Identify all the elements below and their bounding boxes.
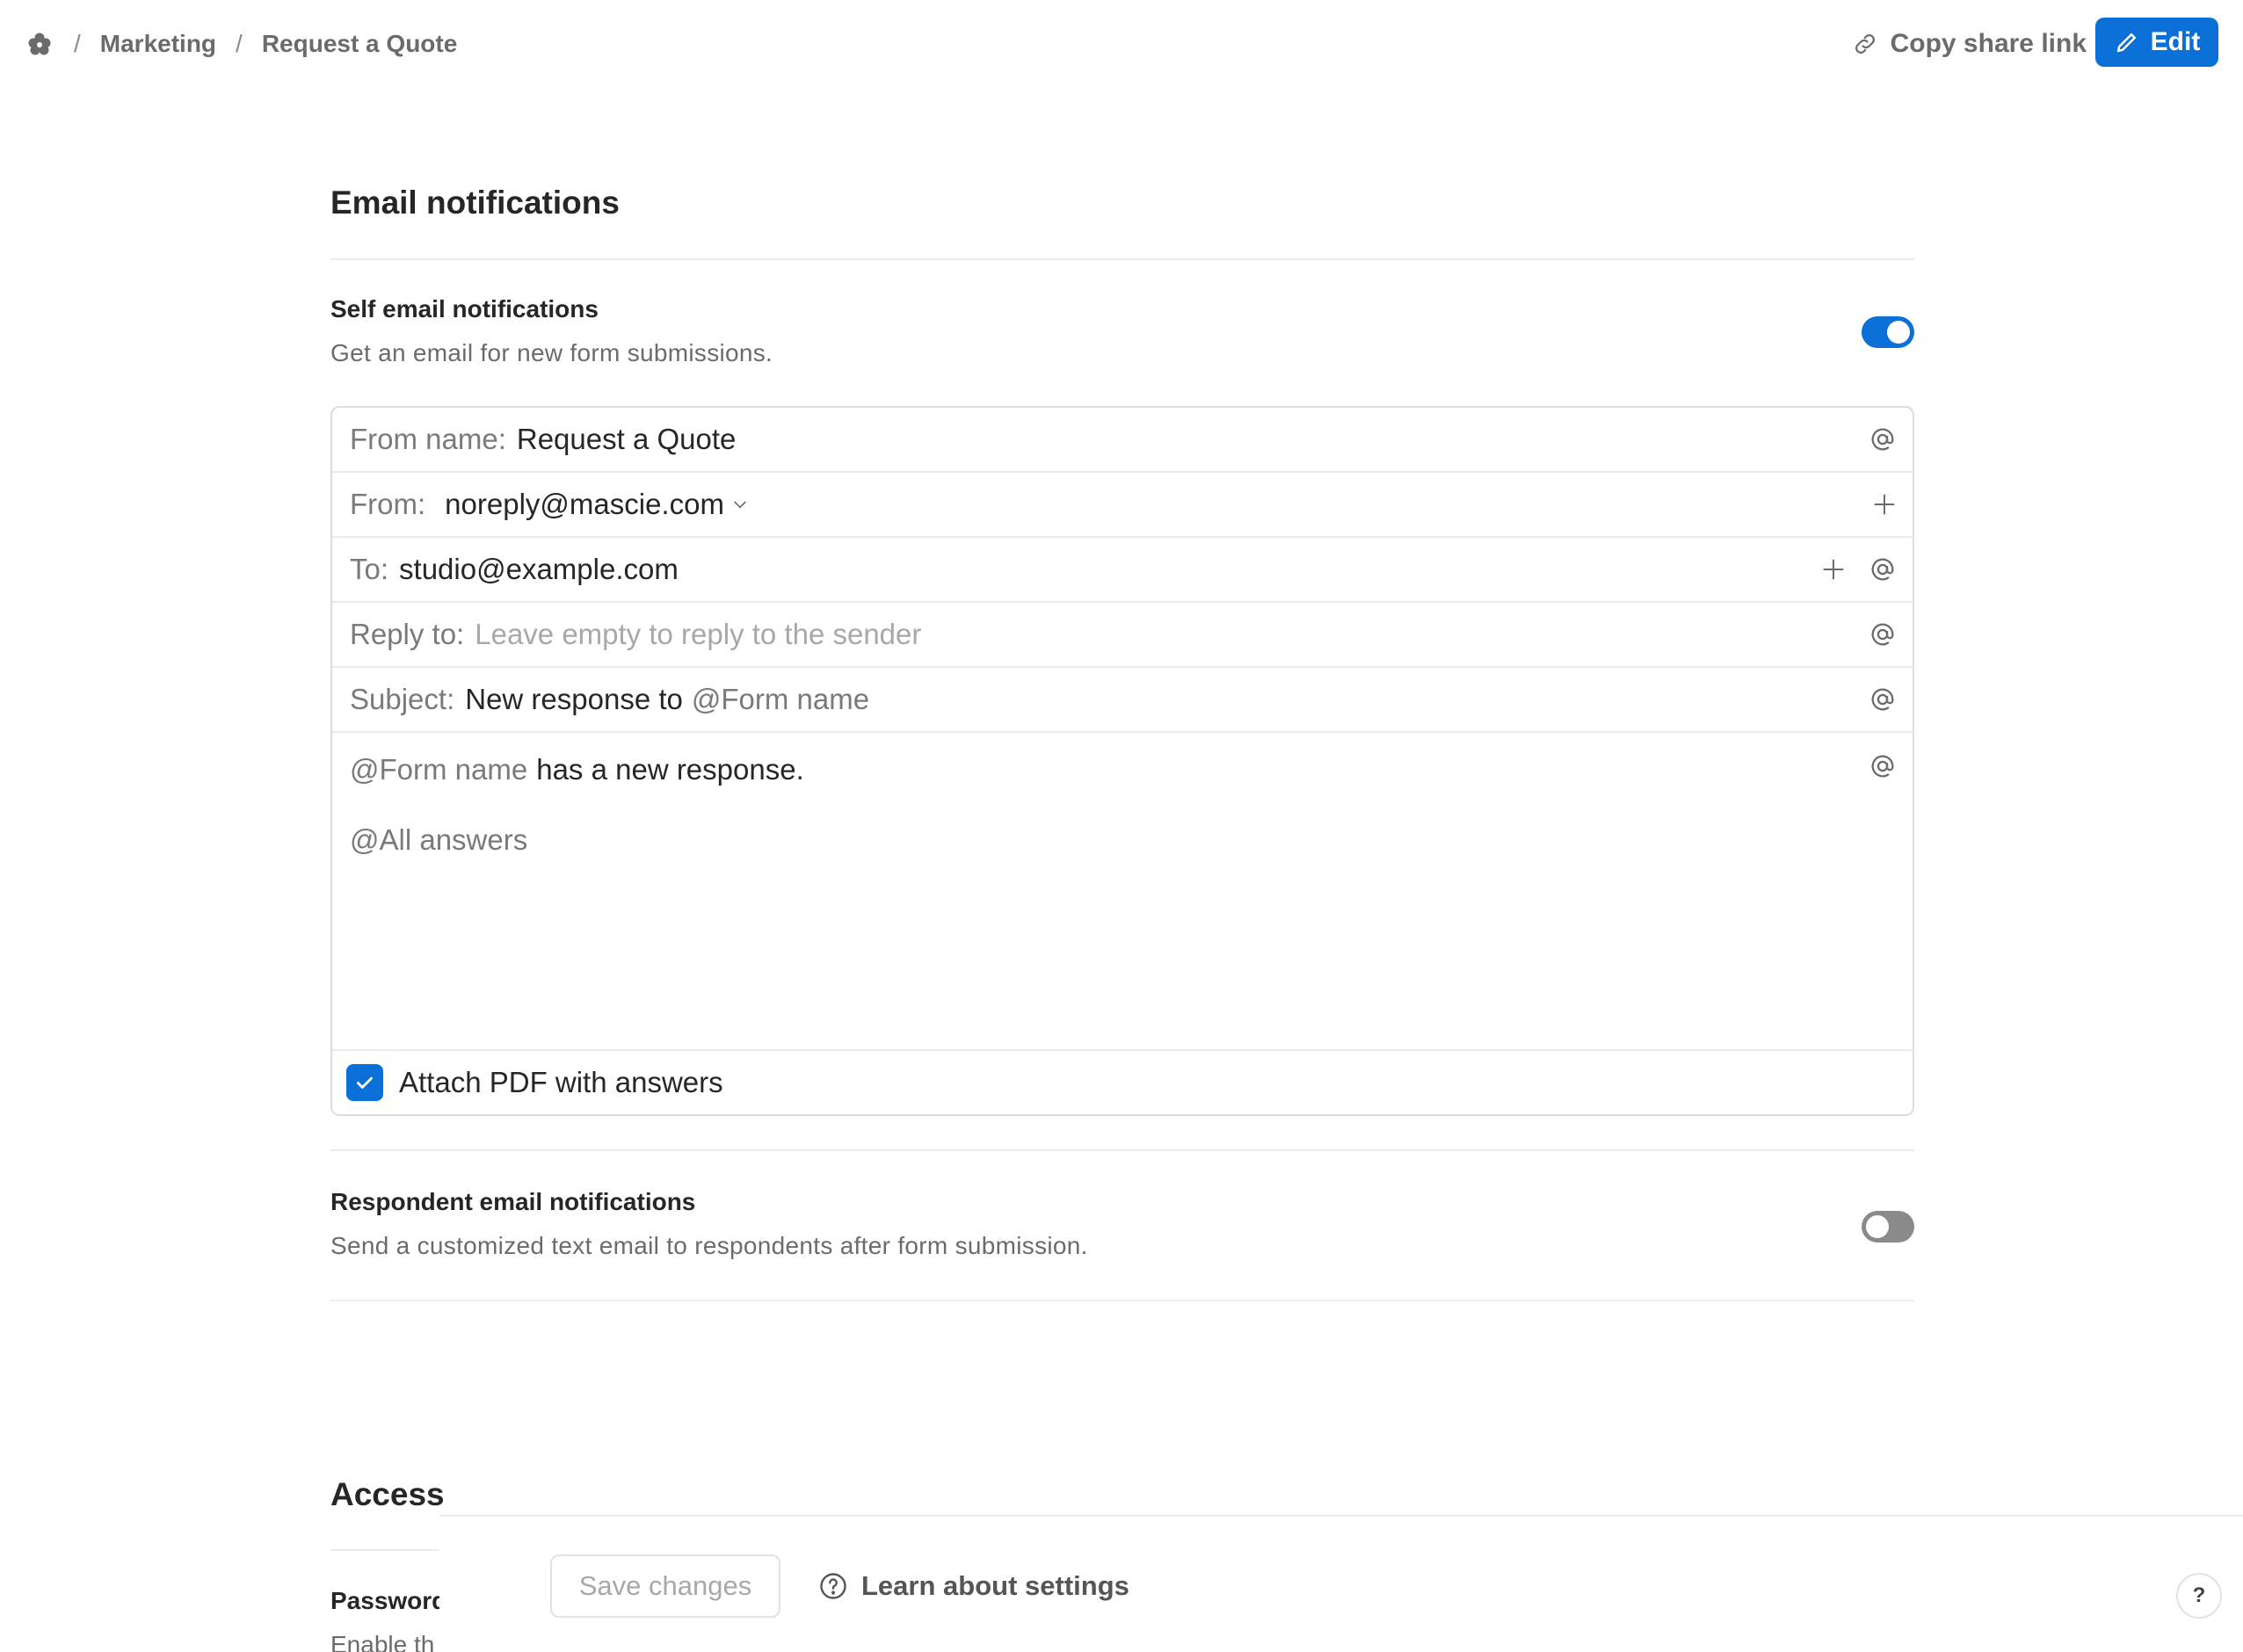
toggle-knob — [1887, 321, 1910, 344]
learn-about-settings-link[interactable]: Learn about settings — [817, 1554, 1129, 1618]
breadcrumb-separator: / — [236, 30, 243, 57]
subject-label: Subject: — [350, 683, 455, 715]
respondent-email-notifications-label: Respondent email notifications — [330, 1188, 696, 1215]
from-select-value[interactable]: noreply@mascie.com — [445, 488, 724, 521]
section-title-email-notifications: Email notifications — [330, 185, 620, 221]
section-title-access: Access — [330, 1476, 445, 1512]
chevron-down-icon[interactable] — [731, 496, 749, 513]
reply-to-input[interactable]: Leave empty to reply to the sender — [475, 618, 921, 651]
copy-share-link-label: Copy share link — [1890, 29, 2087, 58]
body-all-answers-token[interactable]: @All answers — [350, 821, 1895, 859]
divider — [330, 1300, 1914, 1301]
link-icon — [1852, 31, 1878, 57]
to-value[interactable]: studio@example.com — [399, 553, 679, 586]
plus-icon[interactable] — [1872, 492, 1897, 517]
body-form-name-token[interactable]: @Form name — [350, 753, 527, 786]
at-mention-icon[interactable] — [1869, 620, 1897, 648]
respondent-email-notifications-setting: Respondent email notifications Send a cu… — [330, 1188, 1914, 1267]
self-email-notifications-toggle[interactable] — [1862, 316, 1914, 348]
learn-about-settings-label: Learn about settings — [861, 1570, 1129, 1601]
attach-pdf-checkbox[interactable] — [346, 1064, 383, 1101]
self-email-notifications-setting: Self email notifications Get an email fo… — [330, 295, 1914, 374]
password-setting-label: Password — [330, 1587, 447, 1614]
subject-form-name-token[interactable]: @Form name — [692, 683, 869, 716]
body-line: @Form name has a new response. — [350, 750, 1895, 789]
to-label: To: — [350, 553, 389, 585]
settings-footer-bar: Save changes Learn about settings ? — [439, 1515, 2243, 1652]
edit-label: Edit — [2150, 27, 2201, 56]
save-changes-button[interactable]: Save changes — [550, 1554, 780, 1618]
divider — [330, 258, 1914, 260]
to-row[interactable]: To: studio@example.com — [332, 538, 1913, 603]
from-name-row[interactable]: From name: Request a Quote — [332, 408, 1913, 473]
attach-pdf-option[interactable]: Attach PDF with answers — [332, 1051, 1913, 1114]
from-name-value[interactable]: Request a Quote — [517, 423, 737, 456]
breadcrumb-separator: / — [74, 30, 81, 57]
attach-pdf-label: Attach PDF with answers — [399, 1066, 723, 1098]
self-email-config-card: From name: Request a Quote From: noreply… — [330, 406, 1914, 1116]
copy-share-link-button[interactable]: Copy share link — [1852, 26, 2087, 62]
breadcrumb-item-marketing[interactable]: Marketing — [100, 30, 216, 58]
reply-to-row[interactable]: Reply to: Leave empty to reply to the se… — [332, 603, 1913, 668]
subject-row[interactable]: Subject: New response to @Form name — [332, 668, 1913, 733]
plus-icon[interactable] — [1821, 557, 1846, 582]
toggle-knob — [1866, 1215, 1889, 1238]
divider — [330, 1149, 1914, 1151]
subject-text[interactable]: New response to — [465, 683, 683, 716]
self-email-notifications-description: Get an email for new form submissions. — [330, 339, 773, 366]
at-mention-icon[interactable] — [1869, 685, 1897, 714]
reply-to-label: Reply to: — [350, 618, 465, 650]
edit-button[interactable]: Edit — [2095, 18, 2218, 67]
at-mention-icon[interactable] — [1869, 752, 1897, 780]
self-email-notifications-label: Self email notifications — [330, 295, 599, 322]
email-body-editor[interactable]: @Form name has a new response. @All answ… — [332, 733, 1913, 1051]
password-setting-description: Enable th — [330, 1631, 435, 1652]
workspace-logo-icon[interactable] — [25, 29, 54, 59]
question-circle-icon — [817, 1570, 849, 1602]
respondent-email-notifications-description: Send a customized text email to responde… — [330, 1232, 1088, 1259]
at-mention-icon[interactable] — [1869, 425, 1897, 453]
top-bar: / Marketing / Request a Quote Copy share… — [0, 0, 2243, 88]
body-text: has a new response. — [536, 753, 804, 786]
respondent-email-notifications-toggle[interactable] — [1862, 1211, 1914, 1243]
pencil-icon — [2114, 29, 2140, 55]
from-row[interactable]: From: noreply@mascie.com — [332, 473, 1913, 538]
breadcrumb: / Marketing / Request a Quote — [25, 26, 457, 62]
help-button[interactable]: ? — [2176, 1573, 2222, 1619]
checkmark-icon — [357, 1076, 373, 1089]
from-label: From: — [350, 488, 426, 520]
breadcrumb-item-current[interactable]: Request a Quote — [262, 30, 457, 58]
from-name-label: From name: — [350, 423, 506, 455]
at-mention-icon[interactable] — [1869, 555, 1897, 583]
